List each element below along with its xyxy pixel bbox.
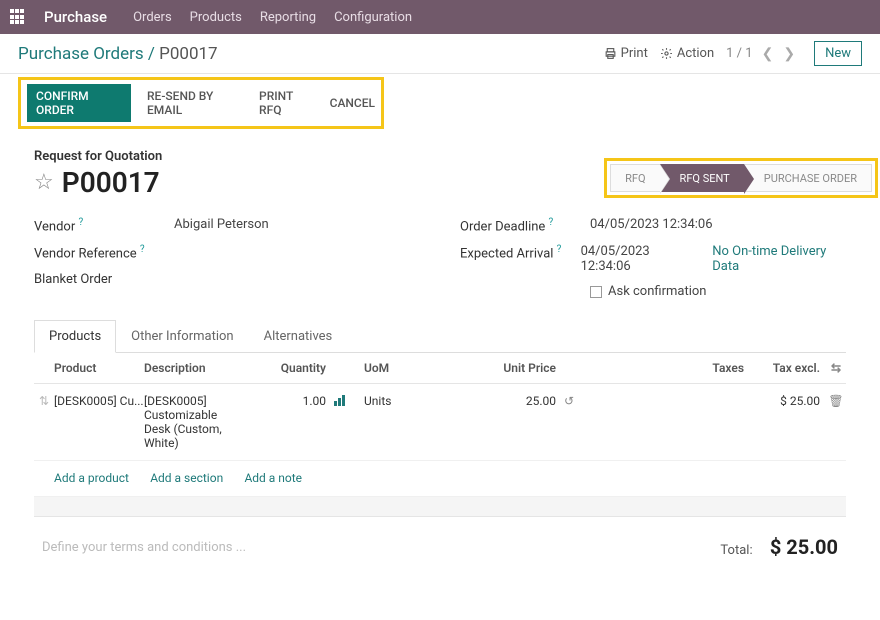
deadline-help-icon[interactable]: ?	[549, 217, 554, 228]
th-uom[interactable]: UoM	[364, 361, 444, 375]
pager-count: 1 / 1	[726, 46, 752, 61]
cell-uom[interactable]: Units	[364, 394, 444, 408]
status-rfq[interactable]: RFQ	[610, 164, 659, 192]
status-purchase-order[interactable]: PURCHASE ORDER	[744, 164, 872, 192]
new-button[interactable]: New	[814, 41, 862, 66]
nav-orders[interactable]: Orders	[133, 10, 172, 25]
column-options-icon[interactable]: ⇆	[826, 361, 846, 375]
total-label: Total:	[720, 543, 752, 558]
print-rfq-button[interactable]: PRINT RFQ	[259, 89, 314, 117]
status-rfq-sent[interactable]: RFQ SENT	[660, 164, 744, 192]
arrival-label: Expected Arrival ?	[460, 244, 581, 261]
vendor-ref-help-icon[interactable]: ?	[140, 244, 145, 255]
print-label: Print	[621, 46, 648, 61]
notebook-tabs: Products Other Information Alternatives	[34, 319, 846, 353]
deadline-label: Order Deadline ?	[460, 217, 590, 234]
nav-reporting[interactable]: Reporting	[260, 10, 316, 25]
forecast-chart-icon[interactable]	[334, 394, 364, 409]
action-button[interactable]: Action	[660, 46, 714, 61]
pager-prev-icon[interactable]: ❮	[761, 46, 775, 62]
add-product-link[interactable]: Add a product	[54, 471, 129, 485]
header-actions: Print Action 1 / 1 ❮ ❯ New	[604, 41, 862, 66]
order-lines-table: Product Description Quantity UoM Unit Pr…	[34, 353, 846, 497]
th-tax-excl[interactable]: Tax excl.	[744, 361, 826, 375]
drag-handle-icon[interactable]: ⇅	[34, 394, 54, 408]
action-buttons: CONFIRM ORDER RE-SEND BY EMAIL PRINT RFQ…	[27, 84, 375, 122]
gear-icon	[660, 47, 673, 60]
ask-confirmation-row: Ask confirmation	[590, 284, 707, 299]
blanket-order-label: Blanket Order	[34, 272, 174, 287]
th-product[interactable]: Product	[54, 361, 144, 375]
cell-quantity[interactable]: 1.00	[254, 394, 334, 408]
nav-products[interactable]: Products	[190, 10, 242, 25]
action-label: Action	[677, 46, 714, 61]
app-name[interactable]: Purchase	[44, 8, 107, 26]
ask-confirmation-checkbox[interactable]	[590, 286, 602, 298]
add-section-link[interactable]: Add a section	[150, 471, 223, 485]
print-button[interactable]: Print	[604, 46, 648, 61]
vendor-value[interactable]: Abigail Peterson	[174, 217, 269, 232]
breadcrumb-root[interactable]: Purchase Orders	[18, 44, 144, 64]
tab-products[interactable]: Products	[34, 320, 116, 353]
pager-next-icon[interactable]: ❯	[782, 46, 796, 62]
table-row[interactable]: ⇅ [DESK0005] Cu... [DESK0005] Customizab…	[34, 384, 846, 461]
th-unit-price[interactable]: Unit Price	[444, 361, 564, 375]
total-value: $ 25.00	[770, 535, 838, 559]
status-bar-highlight: RFQ RFQ SENT PURCHASE ORDER	[604, 158, 878, 198]
delete-row-icon[interactable]: 🗑	[826, 394, 846, 408]
nav-configuration[interactable]: Configuration	[334, 10, 412, 25]
priority-star-icon[interactable]: ☆	[34, 170, 54, 195]
apps-icon[interactable]	[10, 9, 26, 25]
th-quantity[interactable]: Quantity	[254, 361, 334, 375]
action-buttons-highlight: CONFIRM ORDER RE-SEND BY EMAIL PRINT RFQ…	[18, 77, 384, 129]
order-name: P00017	[62, 166, 160, 199]
cell-product[interactable]: [DESK0005] Cu...	[54, 394, 144, 408]
confirm-order-button[interactable]: CONFIRM ORDER	[27, 84, 131, 122]
vendor-label: Vendor ?	[34, 217, 174, 234]
table-footer-band	[34, 497, 846, 517]
tab-other-information[interactable]: Other Information	[116, 320, 248, 353]
breadcrumb-current: P00017	[159, 44, 218, 64]
total-row: Total: $ 25.00	[720, 535, 838, 559]
cancel-button[interactable]: CANCEL	[330, 96, 375, 110]
th-description[interactable]: Description	[144, 361, 254, 375]
deadline-value[interactable]: 04/05/2023 12:34:06	[590, 217, 713, 232]
history-icon[interactable]: ↺	[564, 394, 594, 408]
breadcrumb-sep: /	[144, 44, 159, 64]
add-note-link[interactable]: Add a note	[244, 471, 302, 485]
cell-description[interactable]: [DESK0005] Customizable Desk (Custom, Wh…	[144, 394, 254, 450]
tab-alternatives[interactable]: Alternatives	[249, 320, 348, 353]
th-taxes[interactable]: Taxes	[594, 361, 744, 375]
arrival-help-icon[interactable]: ?	[557, 244, 562, 255]
ontime-delivery-link[interactable]: No On-time Delivery Data	[712, 244, 846, 274]
terms-input[interactable]: Define your terms and conditions ...	[42, 540, 246, 555]
pager: 1 / 1 ❮ ❯	[726, 46, 796, 62]
header-bar: Purchase Orders / P00017 Print Action 1 …	[0, 34, 880, 74]
cell-unit-price[interactable]: 25.00	[444, 394, 564, 408]
status-bar: RFQ RFQ SENT PURCHASE ORDER	[610, 164, 872, 192]
resend-email-button[interactable]: RE-SEND BY EMAIL	[147, 89, 243, 117]
top-navbar: Purchase Orders Products Reporting Confi…	[0, 0, 880, 34]
breadcrumb: Purchase Orders / P00017	[18, 44, 218, 64]
vendor-ref-label: Vendor Reference ?	[34, 244, 174, 261]
table-header: Product Description Quantity UoM Unit Pr…	[34, 353, 846, 384]
cell-tax-excl: $ 25.00	[744, 394, 826, 408]
vendor-help-icon[interactable]: ?	[78, 217, 83, 228]
ask-confirmation-label: Ask confirmation	[608, 284, 707, 299]
print-icon	[604, 47, 617, 60]
form-footer: Define your terms and conditions ... Tot…	[34, 517, 846, 577]
add-row: Add a product Add a section Add a note	[34, 461, 846, 497]
arrival-value[interactable]: 04/05/2023 12:34:06	[581, 244, 695, 274]
